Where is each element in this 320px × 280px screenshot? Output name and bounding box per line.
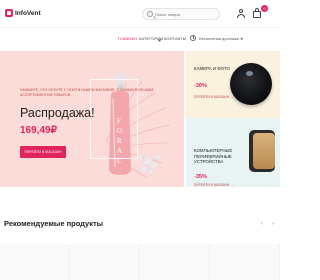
product-carousel <box>0 244 280 280</box>
promo-card-peripherals[interactable]: Компьютерные периферийные устройства -35… <box>186 118 280 187</box>
search-box[interactable] <box>142 8 220 20</box>
product-card[interactable] <box>210 244 280 280</box>
delivery-text: Бесплатная доставка ★ <box>199 35 244 41</box>
search-icon <box>147 11 153 17</box>
user-icon[interactable] <box>236 8 246 18</box>
site-header: InfoVent 0 <box>0 0 280 28</box>
card-shop-link[interactable]: Перейти в магазин → <box>194 95 233 99</box>
speaker-icon <box>249 130 275 172</box>
logo-icon <box>5 9 13 17</box>
nav-item-contacts[interactable]: Контакты <box>164 36 186 41</box>
hero-promo-text: Нажмите, что хотите у себя в нашем магаз… <box>20 88 154 97</box>
camera-icon <box>230 63 272 105</box>
hero-banner: F O R A L Нажмите, что хотите у себя в н… <box>0 51 184 187</box>
search-input[interactable] <box>155 10 217 19</box>
delivery-info: Бесплатная доставка ★ <box>190 35 243 41</box>
nav-item-home[interactable]: Главная <box>118 36 137 41</box>
promo-card-camera[interactable]: Камера и фото -30% Перейти в магазин → <box>186 51 280 118</box>
chevron-left-icon[interactable]: ‹ <box>258 220 266 228</box>
clock-icon <box>190 35 196 41</box>
product-card[interactable] <box>70 244 140 280</box>
hero-title: Распродажа! <box>20 106 95 120</box>
logo-text: InfoVent <box>15 9 41 17</box>
product-card[interactable] <box>140 244 210 280</box>
card-title: Компьютерные периферийные устройства <box>194 148 233 165</box>
cart-count-badge: 0 <box>261 5 268 12</box>
main-nav: Главная Категории Контакты Бесплатная до… <box>0 35 280 45</box>
go-to-shop-button[interactable]: Перейти в магазин <box>20 146 66 158</box>
logo[interactable]: InfoVent <box>5 9 41 17</box>
card-shop-link[interactable]: Перейти в магазин → <box>194 183 233 187</box>
hero-price: 169,49₽ <box>20 125 57 136</box>
section-title: Рекомендуемые продукты <box>4 219 104 228</box>
chevron-right-icon[interactable]: › <box>269 220 277 228</box>
card-discount: -30% <box>194 83 207 89</box>
product-card[interactable] <box>0 244 70 280</box>
card-discount: -35% <box>194 174 207 180</box>
